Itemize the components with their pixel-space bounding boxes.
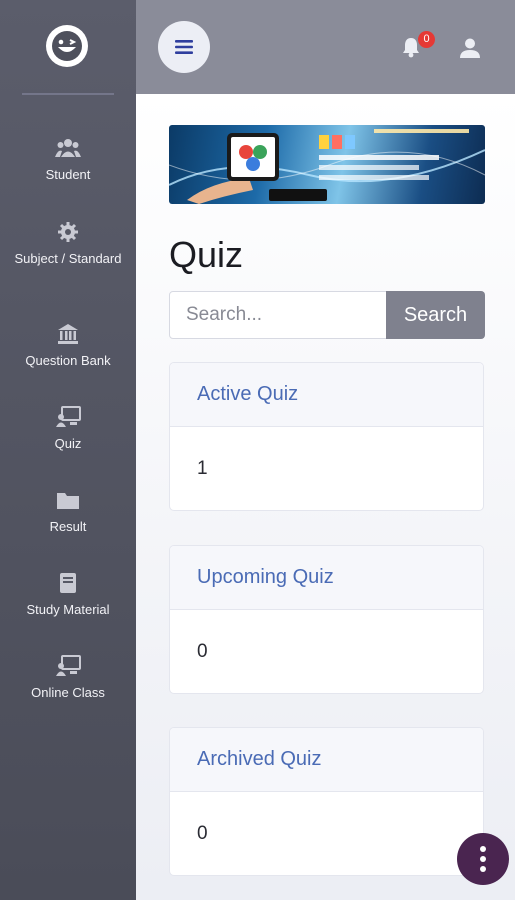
- sidebar-item-label: Subject / Standard: [14, 251, 122, 266]
- notification-badge: 0: [418, 31, 435, 48]
- menu-button[interactable]: [158, 21, 210, 73]
- sidebar-item-subject-standard[interactable]: Subject / Standard: [0, 221, 136, 269]
- upcoming-quiz-card[interactable]: Upcoming Quiz 0: [169, 545, 484, 694]
- sidebar-item-label: Student: [45, 167, 91, 182]
- sidebar: Student Subject / Standard Question Bank…: [0, 0, 136, 900]
- bank-icon: [55, 323, 81, 345]
- user-icon[interactable]: [459, 37, 481, 59]
- sidebar-item-study-material[interactable]: Study Material: [0, 572, 136, 620]
- sidebar-item-result[interactable]: Result: [0, 489, 136, 537]
- card-title[interactable]: Archived Quiz: [170, 728, 483, 792]
- gear-icon: [55, 221, 81, 243]
- sidebar-item-label: Question Bank: [25, 353, 111, 368]
- sidebar-divider: [22, 93, 114, 95]
- main-content: Quiz Search Active Quiz 1 Upcoming Quiz …: [136, 94, 515, 900]
- search-input[interactable]: [169, 291, 387, 339]
- sidebar-item-label: Result: [49, 519, 87, 534]
- card-value: 0: [197, 641, 208, 662]
- page-title: Quiz: [169, 234, 244, 275]
- presentation-icon: [55, 655, 81, 677]
- more-options-button[interactable]: [457, 833, 509, 885]
- sidebar-item-quiz[interactable]: Quiz: [0, 406, 136, 454]
- card-value: 1: [197, 458, 208, 479]
- book-icon: [55, 572, 81, 594]
- active-quiz-card[interactable]: Active Quiz 1: [169, 362, 484, 511]
- card-title[interactable]: Active Quiz: [170, 363, 483, 427]
- card-value: 0: [197, 823, 208, 844]
- users-icon: [55, 137, 81, 159]
- archived-quiz-card[interactable]: Archived Quiz 0: [169, 727, 484, 876]
- sidebar-item-label: Study Material: [26, 602, 110, 617]
- presentation-icon: [55, 406, 81, 428]
- card-title[interactable]: Upcoming Quiz: [170, 546, 483, 610]
- top-bar: 0: [136, 0, 515, 94]
- promo-banner[interactable]: [169, 125, 485, 204]
- hamburger-icon: [175, 40, 193, 54]
- sidebar-item-online-class[interactable]: Online Class: [0, 655, 136, 703]
- sidebar-item-label: Quiz: [54, 436, 82, 451]
- sidebar-item-question-bank[interactable]: Question Bank: [0, 323, 136, 371]
- folder-icon: [55, 489, 81, 511]
- search-button[interactable]: Search: [386, 291, 485, 339]
- sidebar-item-student[interactable]: Student: [0, 137, 136, 185]
- sidebar-item-label: Online Class: [31, 685, 105, 700]
- more-vertical-icon: [480, 844, 486, 874]
- smiley-logo-icon[interactable]: [46, 25, 88, 67]
